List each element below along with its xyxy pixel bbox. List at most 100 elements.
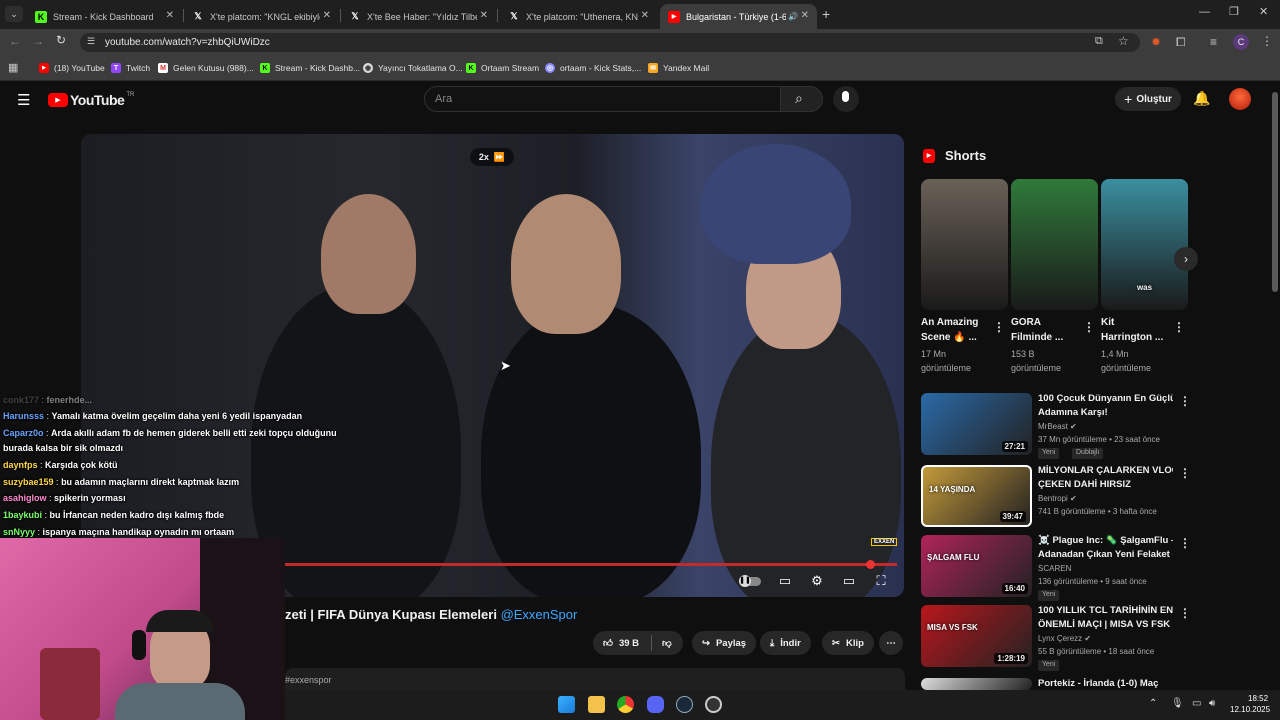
short-menu-icon[interactable]: ⋮ bbox=[993, 320, 1005, 334]
autoplay-toggle[interactable]: ❚❚ bbox=[738, 573, 762, 589]
extensions-puzzle-icon[interactable]: ⧠ bbox=[1176, 35, 1186, 50]
progress-bar[interactable] bbox=[285, 563, 897, 566]
download-button[interactable]: ⤓ İndir bbox=[760, 631, 811, 655]
bookmark-kick-stats[interactable]: ◎ ortaam - Kick Stats,... bbox=[545, 61, 641, 75]
apps-grid-icon[interactable]: ▦ bbox=[8, 61, 18, 74]
site-info-icon[interactable]: ☰ bbox=[87, 36, 95, 47]
close-icon[interactable]: ✕ bbox=[323, 10, 331, 21]
bookmark-youtube[interactable]: ▶ (18) YouTube bbox=[39, 61, 105, 75]
video-thumbnail[interactable]: 14 YAŞINDA 39:47 bbox=[921, 465, 1032, 527]
video-title-link[interactable]: MİLYONLAR ÇALARKEN VLOG ÇEKEN DAHİ HIRSIZ bbox=[1038, 464, 1173, 491]
video-menu-icon[interactable]: ⋮ bbox=[1179, 536, 1191, 550]
voice-search-button[interactable] bbox=[833, 86, 859, 112]
bookmark-twitch[interactable]: T Twitch bbox=[111, 61, 150, 75]
file-explorer-icon[interactable] bbox=[588, 696, 605, 713]
youtube-logo[interactable]: ▶ YouTube TR bbox=[48, 92, 134, 108]
search-input[interactable]: Ara bbox=[424, 86, 781, 112]
bookmark-ortaam-stream[interactable]: K Ortaam Stream bbox=[466, 61, 539, 75]
browser-tab-youtube[interactable]: ▶ Bulgaristan - Türkiye (1-6) H 🔊 ✕ bbox=[660, 4, 817, 29]
bookmark-kick-dashboard[interactable]: K Stream - Kick Dashb... bbox=[260, 61, 360, 75]
browser-tab-x-1[interactable]: 𝕏 X'te platcom: "KNGL ekibiyle g ✕ bbox=[184, 4, 339, 29]
short-thumbnail[interactable] bbox=[1011, 179, 1098, 310]
short-thumbnail[interactable] bbox=[921, 179, 1008, 310]
fullscreen-icon[interactable]: ⛶ bbox=[872, 573, 890, 589]
close-window-button[interactable]: ✕ bbox=[1259, 5, 1268, 18]
steam-icon[interactable] bbox=[676, 696, 693, 713]
minimize-button[interactable]: — bbox=[1199, 6, 1210, 18]
close-icon[interactable]: ✕ bbox=[166, 10, 174, 21]
clip-button[interactable]: ✂ Klip bbox=[822, 631, 874, 655]
share-button[interactable]: ↪ Paylaş bbox=[692, 631, 757, 655]
channel-name[interactable]: SCAREN bbox=[1038, 562, 1071, 576]
close-icon[interactable]: ✕ bbox=[801, 10, 809, 21]
guide-menu-icon[interactable]: ☰ bbox=[17, 91, 30, 109]
create-button[interactable]: + Oluştur bbox=[1115, 87, 1181, 111]
address-bar[interactable]: ☰ youtube.com/watch?v=zhbQiUWiDzc ⧉ ☆ bbox=[80, 33, 1140, 52]
video-title-link[interactable]: 100 Çocuk Dünyanın En Güçlü Adamına Karşı… bbox=[1038, 392, 1173, 419]
close-icon[interactable]: ✕ bbox=[641, 10, 649, 21]
chrome-icon[interactable] bbox=[617, 696, 634, 713]
browser-tab-x-2[interactable]: 𝕏 X'te Bee Haber: "Yıldız Tilbe, m ✕ bbox=[341, 4, 496, 29]
reload-button[interactable]: ↻ bbox=[56, 33, 66, 47]
progress-scrubber[interactable] bbox=[866, 560, 875, 569]
video-thumbnail[interactable]: MISA VS FSK 1:28:19 bbox=[921, 605, 1032, 667]
clock-time[interactable]: 18:52 bbox=[1248, 694, 1268, 703]
install-app-icon[interactable]: ⧉ bbox=[1095, 35, 1103, 48]
windows-start-icon[interactable] bbox=[558, 696, 575, 713]
browser-tab-kick[interactable]: K Stream - Kick Dashboard ✕ bbox=[27, 4, 182, 29]
extension-icon[interactable]: ✹ bbox=[1151, 35, 1161, 49]
tray-volume-icon[interactable]: 🔊︎ bbox=[1209, 698, 1215, 709]
video-thumbnail[interactable]: 27:21 bbox=[921, 393, 1032, 455]
bookmark-gmail[interactable]: M Gelen Kutusu (988)... bbox=[158, 61, 254, 75]
account-avatar[interactable] bbox=[1229, 88, 1251, 110]
tray-mic-icon[interactable]: 🎙︎ bbox=[1171, 698, 1184, 709]
restore-button[interactable]: ❐ bbox=[1229, 5, 1239, 18]
video-title-link[interactable]: ☠️ Plague Inc: 🦠 ŞalgamFlu – Adanadan Çık… bbox=[1038, 534, 1173, 561]
like-button[interactable]: 👍︎ 39 B 👎︎ bbox=[593, 631, 683, 655]
bookmark-tokatlama[interactable]: ◉ Yayıncı Tokatlama O... bbox=[363, 61, 463, 75]
close-icon[interactable]: ✕ bbox=[480, 10, 488, 21]
clock-date[interactable]: 12.10.2025 bbox=[1230, 705, 1270, 714]
video-menu-icon[interactable]: ⋮ bbox=[1179, 394, 1191, 408]
tray-chevron-icon[interactable]: ⌃ bbox=[1149, 698, 1157, 709]
bookmark-yandex-mail[interactable]: ✉ Yandex Mail bbox=[648, 61, 709, 75]
short-menu-icon[interactable]: ⋮ bbox=[1083, 320, 1095, 334]
page-scrollbar[interactable] bbox=[1272, 92, 1278, 292]
media-control-icon[interactable]: ≡ bbox=[1210, 35, 1217, 49]
new-tab-button[interactable]: + bbox=[822, 6, 830, 22]
subtitles-icon[interactable]: ▭ bbox=[776, 573, 794, 589]
short-thumbnail[interactable]: was bbox=[1101, 179, 1188, 310]
notifications-bell-icon[interactable]: 🔔 bbox=[1193, 90, 1210, 107]
more-actions-button[interactable]: ⋯ bbox=[879, 631, 903, 655]
short-title[interactable]: An Amazing Scene 🔥 ... bbox=[921, 316, 991, 345]
obs-icon[interactable] bbox=[705, 696, 722, 713]
video-thumbnail[interactable] bbox=[921, 678, 1032, 690]
tray-network-icon[interactable]: ▭ bbox=[1192, 698, 1201, 709]
tab-search-button[interactable]: ⌄ bbox=[5, 6, 23, 22]
settings-gear-icon[interactable]: ⚙ bbox=[808, 573, 826, 589]
hashtag-link[interactable]: @ExxenSpor bbox=[501, 607, 578, 622]
profile-avatar[interactable]: C bbox=[1233, 34, 1249, 50]
shorts-next-button[interactable]: › bbox=[1174, 247, 1198, 271]
short-title[interactable]: Kit Harrington ... bbox=[1101, 316, 1171, 345]
short-title[interactable]: GORA Filminde ... bbox=[1011, 316, 1081, 345]
browser-menu-icon[interactable]: ⋮ bbox=[1261, 34, 1273, 48]
short-menu-icon[interactable]: ⋮ bbox=[1173, 320, 1185, 334]
forward-button[interactable]: → bbox=[32, 34, 44, 48]
bookmark-star-icon[interactable]: ☆ bbox=[1118, 34, 1129, 48]
theater-mode-icon[interactable]: ▭ bbox=[840, 573, 858, 589]
back-button[interactable]: ← bbox=[9, 34, 21, 48]
channel-name[interactable]: MrBeast ✔ bbox=[1038, 420, 1077, 434]
channel-name[interactable]: Bentropi ✔ bbox=[1038, 492, 1077, 506]
browser-tab-x-3[interactable]: 𝕏 X'te platcom: "Uthenera, KNGL ✕ bbox=[500, 4, 657, 29]
search-button[interactable]: ⌕ bbox=[780, 86, 823, 112]
channel-name[interactable]: Lynx Çerezz ✔ bbox=[1038, 632, 1091, 646]
thumbs-down-icon[interactable]: 👎︎ bbox=[662, 637, 672, 649]
video-title-link[interactable]: 100 YILLIK TCL TARİHİNİN EN ÖNEMLİ MAÇI |… bbox=[1038, 604, 1173, 631]
video-thumbnail[interactable]: ŞALGAM FLU 16:40 bbox=[921, 535, 1032, 597]
video-menu-icon[interactable]: ⋮ bbox=[1179, 466, 1191, 480]
video-menu-icon[interactable]: ⋮ bbox=[1179, 606, 1191, 620]
video-title-link[interactable]: Portekiz - İrlanda (1-0) Maç bbox=[1038, 677, 1173, 691]
audio-playing-icon[interactable]: 🔊 bbox=[788, 12, 798, 21]
discord-icon[interactable] bbox=[647, 696, 664, 713]
